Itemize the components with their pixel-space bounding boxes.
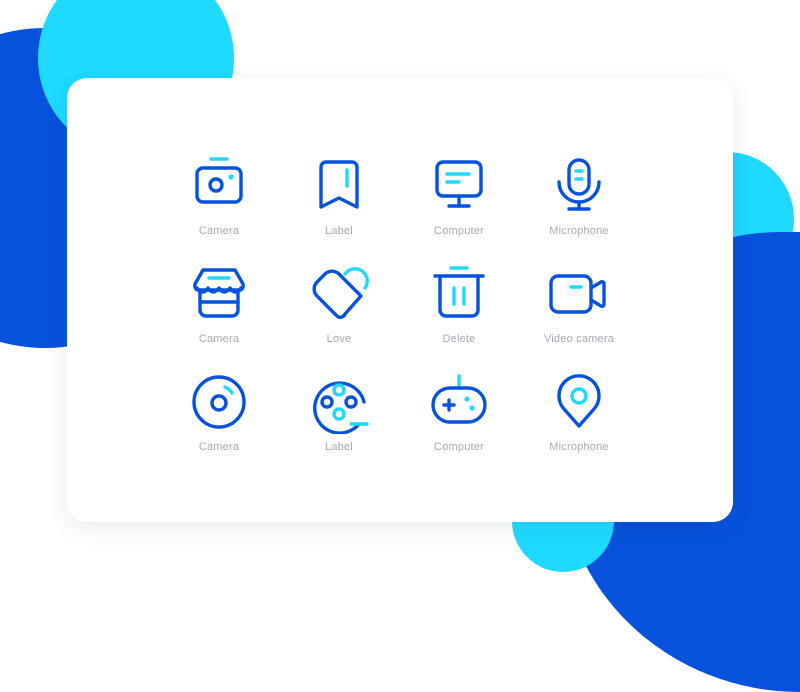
icon-grid: Camera Label Computer Microphone Camera … [159, 154, 639, 478]
icon-tile-delete[interactable]: Delete [399, 262, 519, 370]
icon-label: Computer [434, 225, 484, 237]
bookmark-icon [307, 154, 371, 218]
location-pin-icon [547, 370, 611, 434]
disc-icon [187, 370, 251, 434]
trash-icon [427, 262, 491, 326]
icon-label: Delete [442, 333, 476, 345]
microphone-icon [547, 154, 611, 218]
computer-icon [427, 154, 491, 218]
icon-tile-film-reel[interactable]: Label [279, 370, 399, 478]
icon-tile-location[interactable]: Microphone [519, 370, 639, 478]
icon-label: Microphone [549, 225, 609, 237]
icon-label: Camera [198, 333, 240, 345]
icon-label: Microphone [549, 441, 609, 453]
icon-tile-label[interactable]: Label [279, 154, 399, 262]
icon-tile-gamepad[interactable]: Computer [399, 370, 519, 478]
icon-tile-camera[interactable]: Camera [159, 154, 279, 262]
icon-label: Love [326, 333, 352, 345]
icon-label: Camera [198, 441, 240, 453]
icon-tile-microphone[interactable]: Microphone [519, 154, 639, 262]
icon-label: Label [325, 441, 353, 453]
icon-label: Computer [434, 441, 484, 453]
icon-label: Video camera [543, 333, 615, 345]
video-camera-icon [547, 262, 611, 326]
icon-tile-disc[interactable]: Camera [159, 370, 279, 478]
heart-icon [307, 262, 371, 326]
camera-icon [187, 154, 251, 218]
film-reel-icon [307, 370, 371, 434]
icon-tile-video-camera[interactable]: Video camera [519, 262, 639, 370]
gamepad-icon [427, 370, 491, 434]
store-icon [187, 262, 251, 326]
icon-tile-store[interactable]: Camera [159, 262, 279, 370]
icon-card: Camera Label Computer Microphone Camera … [67, 78, 733, 522]
icon-tile-love[interactable]: Love [279, 262, 399, 370]
icon-label: Label [325, 225, 353, 237]
icon-tile-computer[interactable]: Computer [399, 154, 519, 262]
icon-label: Camera [198, 225, 240, 237]
